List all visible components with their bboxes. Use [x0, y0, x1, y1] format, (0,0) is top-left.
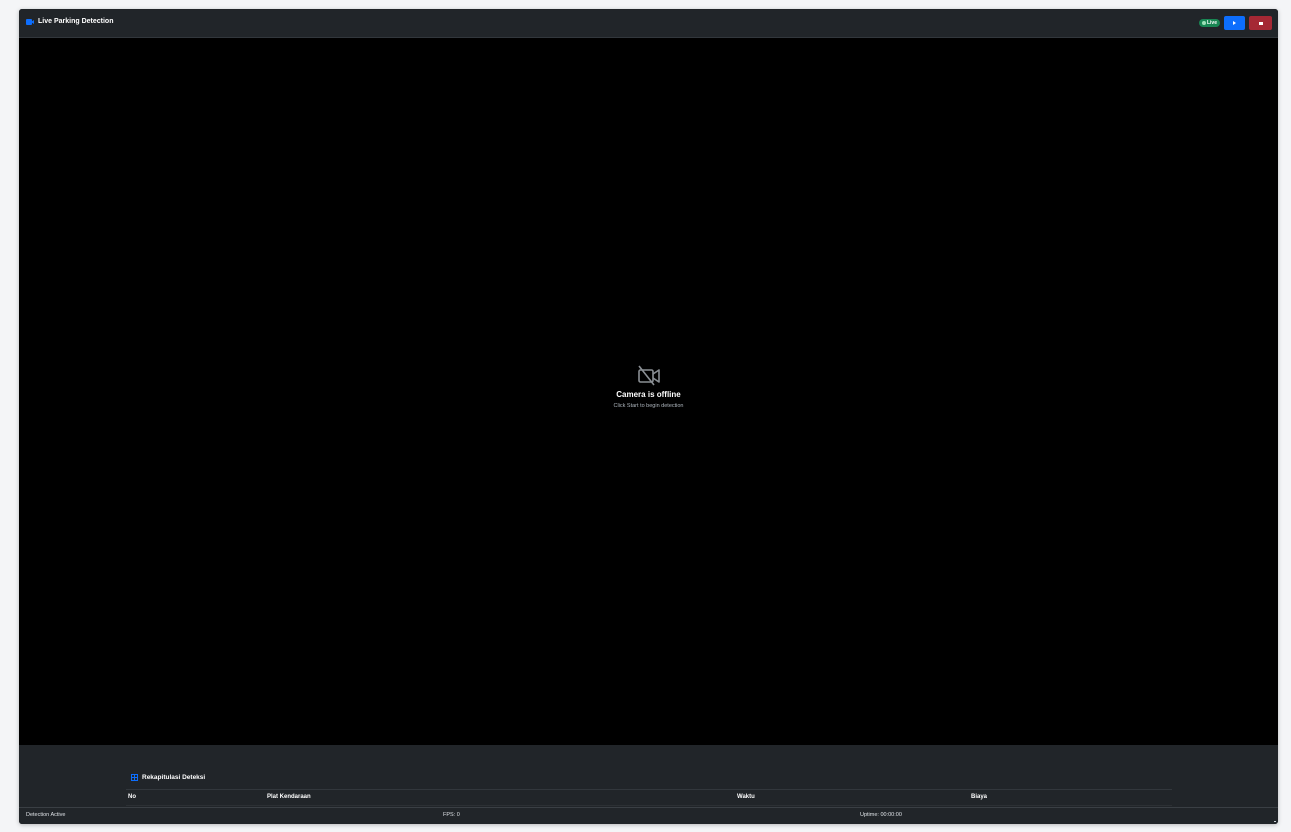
status-bar: Detection Active FPS: 0 Uptime: 00:00:00 — [19, 807, 1278, 824]
live-badge-label: Live — [1206, 20, 1217, 26]
start-button[interactable] — [1224, 16, 1245, 30]
app-window: Live Parking Detection Live Camera is of… — [19, 9, 1278, 824]
header-bar: Live Parking Detection Live — [19, 9, 1278, 38]
recap-table-header: No Plat Kendaraan Waktu Biaya — [126, 789, 1172, 806]
camera-off-icon — [637, 365, 660, 386]
offline-subtitle: Click Start to begin detection — [613, 403, 684, 409]
live-dot-icon — [1201, 21, 1206, 25]
header-controls: Live — [1198, 16, 1272, 30]
camera-offline-message: Camera is offline Click Start to begin d… — [19, 364, 1278, 409]
detection-status: Detection Active — [26, 812, 66, 818]
recap-title: Rekapitulasi Deteksi — [142, 774, 206, 781]
uptime-readout: Uptime: 00:00:00 — [860, 812, 902, 818]
column-header-time: Waktu — [737, 794, 755, 800]
stop-icon — [1258, 21, 1263, 25]
video-camera-icon — [26, 18, 34, 25]
column-header-plate: Plat Kendaraan — [267, 794, 311, 800]
table-icon — [131, 774, 138, 781]
video-feed: Camera is offline Click Start to begin d… — [19, 38, 1278, 745]
recap-header: Rekapitulasi Deteksi — [131, 774, 205, 781]
live-status-badge: Live — [1198, 19, 1220, 27]
resize-grip[interactable] — [1274, 821, 1276, 822]
recap-section: Rekapitulasi Deteksi No Plat Kendaraan W… — [19, 745, 1278, 807]
column-header-no: No — [128, 794, 136, 800]
stop-button[interactable] — [1249, 16, 1272, 30]
play-icon — [1233, 21, 1236, 25]
column-header-cost: Biaya — [971, 794, 988, 800]
offline-title: Camera is offline — [616, 390, 681, 399]
recap-card: Rekapitulasi Deteksi No Plat Kendaraan W… — [126, 769, 1172, 807]
fps-readout: FPS: 0 — [443, 812, 460, 818]
page-title: Live Parking Detection — [38, 18, 114, 25]
header-title-group: Live Parking Detection — [26, 18, 113, 25]
